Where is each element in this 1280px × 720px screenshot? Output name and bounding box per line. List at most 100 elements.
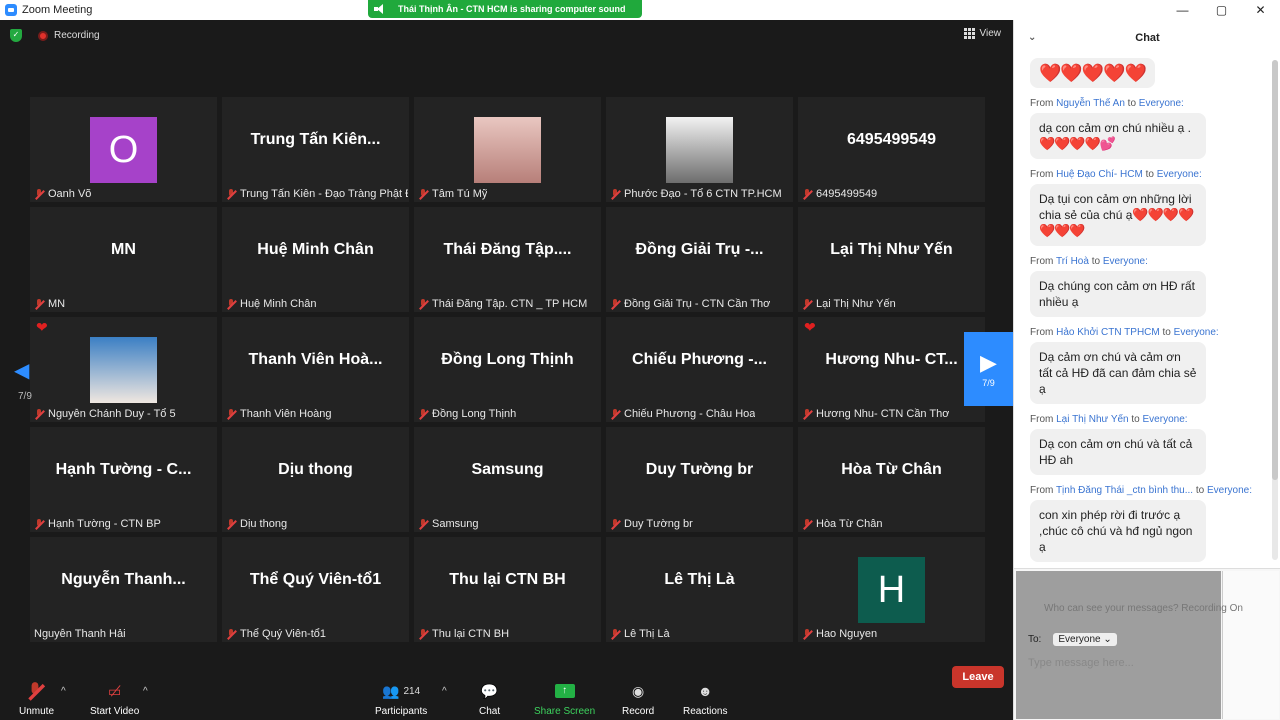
participant-tile[interactable]: Hòa Từ Chân Hòa Từ Chân xyxy=(798,427,985,532)
chat-message-input[interactable]: Type message here... xyxy=(1028,657,1134,669)
collapse-chevron-icon[interactable]: ⌄ xyxy=(1028,32,1036,43)
next-page-button[interactable]: ▶ 7/9 xyxy=(964,332,1013,406)
participant-tile[interactable]: O Oanh Võ xyxy=(30,97,217,202)
start-video-button[interactable]: ▭̸ Start Video xyxy=(90,680,139,718)
participant-name-label: Trung Tấn Kiên - Đạo Tràng Phật Đ... xyxy=(226,188,408,200)
participant-tile[interactable]: Lê Thị Là Lê Thị Là xyxy=(606,537,793,642)
participant-tile[interactable]: Duy Tường br Duy Tường br xyxy=(606,427,793,532)
from-word: From xyxy=(1030,485,1054,496)
from-word: From xyxy=(1030,256,1054,267)
participant-tile[interactable]: ❤ Hương Nhu- CT... Hương Nhu- CTN Cần Thơ xyxy=(798,317,985,422)
recipient-select[interactable]: Everyone ⌄ xyxy=(1053,633,1117,646)
muted-mic-icon xyxy=(34,188,44,200)
participant-tile[interactable]: Thái Đăng Tập.... Thái Đăng Tập. CTN _ TP… xyxy=(414,207,601,312)
recipient-name[interactable]: Everyone: xyxy=(1143,414,1188,425)
reactions-button[interactable]: ☻ Reactions xyxy=(683,680,727,717)
close-button[interactable]: ✕ xyxy=(1241,0,1280,20)
leave-button[interactable]: Leave xyxy=(952,666,1004,688)
to-word: to xyxy=(1131,414,1140,425)
reactions-label: Reactions xyxy=(683,706,728,717)
message-bubble: Dạ con cảm ơn chú và tất cả HĐ ah xyxy=(1030,429,1206,475)
participant-tile[interactable]: Dịu thong Dịu thong xyxy=(222,427,409,532)
scrollbar-thumb[interactable] xyxy=(1272,60,1278,480)
participant-tile[interactable]: Đồng Long Thịnh Đồng Long Thịnh xyxy=(414,317,601,422)
record-label: Record xyxy=(622,706,655,717)
participant-tile[interactable]: Huệ Minh Chân Huệ Minh Chân xyxy=(222,207,409,312)
participant-tile[interactable]: Thanh Viên Hoà... Thanh Viên Hoàng xyxy=(222,317,409,422)
zoom-logo-icon xyxy=(5,4,17,16)
recipient-name[interactable]: Everyone: xyxy=(1139,98,1184,109)
participant-tile[interactable]: Thu lại CTN BH Thu lại CTN BH xyxy=(414,537,601,642)
participant-name: Nguyễn Thanh Hải xyxy=(34,628,126,640)
meeting-topbar: ✓ Recording View xyxy=(0,20,1013,52)
participant-name-label: Dịu thong xyxy=(226,518,287,530)
heart-reaction-icon: ❤ xyxy=(804,319,816,335)
unmute-button[interactable]: Unmute xyxy=(19,680,54,717)
participant-tile[interactable]: Tâm Tú Mỹ xyxy=(414,97,601,202)
muted-mic-icon xyxy=(418,628,428,640)
participant-name: Lê Thị Là xyxy=(624,628,670,640)
participant-tile[interactable]: MN MN xyxy=(30,207,217,312)
message-sender-line: From Nguyễn Thế An to Everyone: xyxy=(1030,98,1272,109)
profile-photo xyxy=(666,117,733,183)
minimize-button[interactable]: — xyxy=(1163,0,1202,20)
participant-tile[interactable]: ❤ Nguyễn Chánh Duy - Tổ 5 xyxy=(30,317,217,422)
recipient-name[interactable]: Everyone: xyxy=(1103,256,1148,267)
who-can-see-link[interactable]: Who can see your messages? Recording On xyxy=(1044,603,1243,614)
maximize-button[interactable]: ▢ xyxy=(1202,0,1241,20)
audio-options-chevron-icon[interactable]: ^ xyxy=(61,686,66,697)
message-sender-line: From Huệ Đạo Chí- HCM to Everyone: xyxy=(1030,169,1272,180)
chat-messages[interactable]: ❤️❤️❤️❤️❤️ From Nguyễn Thế An to Everyon… xyxy=(1014,58,1272,568)
sender-name[interactable]: Hảo Khởi CTN TPHCM xyxy=(1056,327,1160,338)
participant-display-name: Thái Đăng Tập.... xyxy=(443,241,572,258)
participant-tile[interactable]: Phước Đạo - Tổ 6 CTN TP.HCM xyxy=(606,97,793,202)
security-shield-icon[interactable]: ✓ xyxy=(10,29,22,42)
participant-name-label: Nguyễn Chánh Duy - Tổ 5 xyxy=(34,408,176,420)
participants-options-chevron-icon[interactable]: ^ xyxy=(442,686,447,697)
participant-tile[interactable]: Nguyễn Thanh... Nguyễn Thanh Hải xyxy=(30,537,217,642)
participant-display-name: Đồng Long Thịnh xyxy=(441,351,574,368)
participant-name: Hòa Từ Chân xyxy=(816,518,883,530)
record-button[interactable]: ◉ Record xyxy=(622,680,655,718)
chat-message: From Lại Thị Như Yến to Everyone: Dạ con … xyxy=(1030,414,1272,475)
participant-tile[interactable]: Chiếu Phương -... Chiếu Phương - Châu Hoa xyxy=(606,317,793,422)
participant-display-name: Samsung xyxy=(471,461,544,478)
chat-button[interactable]: 💬 Chat xyxy=(479,680,500,718)
participant-display-name: Lê Thị Là xyxy=(664,571,735,588)
previous-page-arrow-icon[interactable]: ◀ xyxy=(14,358,29,383)
participants-button[interactable]: 👥 214 Participants xyxy=(375,680,427,718)
participant-tile[interactable]: Đồng Giải Trụ -... Đồng Giải Trụ - CTN Cầ… xyxy=(606,207,793,312)
sender-name[interactable]: Trí Hoà xyxy=(1056,256,1089,267)
participant-name-label: Hòa Từ Chân xyxy=(802,518,882,530)
share-screen-button[interactable]: ↑ Share Screen xyxy=(534,680,595,717)
chat-scrollbar[interactable] xyxy=(1272,60,1278,560)
muted-mic-icon xyxy=(418,408,428,420)
sender-name[interactable]: Nguyễn Thế An xyxy=(1056,98,1125,109)
muted-mic-icon xyxy=(610,298,620,310)
participant-tile[interactable]: H Hao Nguyen xyxy=(798,537,985,642)
message-bubble: dạ con cảm ơn chú nhiều ạ .❤️❤️❤️❤️💕 xyxy=(1030,113,1206,159)
muted-mic-icon xyxy=(226,408,236,420)
from-word: From xyxy=(1030,169,1054,180)
muted-mic-icon xyxy=(226,188,236,200)
view-button[interactable]: View xyxy=(963,28,1001,39)
chat-footer: Who can see your messages? Recording On … xyxy=(1014,568,1280,720)
participant-tile[interactable]: Thể Quý Viên-tổ1 Thể Quý Viên-tổ1 xyxy=(222,537,409,642)
sender-name[interactable]: Lại Thị Như Yến xyxy=(1056,414,1128,425)
participant-display-name: Huệ Minh Chân xyxy=(257,241,374,258)
recipient-name[interactable]: Everyone: xyxy=(1174,327,1219,338)
participant-tile[interactable]: Lại Thị Như Yến Lại Thị Như Yến xyxy=(798,207,985,312)
participant-tile[interactable]: Samsung Samsung xyxy=(414,427,601,532)
participant-tile[interactable]: Trung Tấn Kiên... Trung Tấn Kiên - Đạo Tr… xyxy=(222,97,409,202)
recipient-name[interactable]: Everyone: xyxy=(1207,485,1252,496)
reactions-smiley-icon: ☻ xyxy=(697,683,713,699)
sender-name[interactable]: Huệ Đạo Chí- HCM xyxy=(1056,169,1143,180)
share-screen-label: Share Screen xyxy=(534,706,596,717)
muted-mic-icon xyxy=(802,408,812,420)
participant-tile[interactable]: 6495499549 6495499549 xyxy=(798,97,985,202)
participant-tile[interactable]: Hạnh Tường - C... Hạnh Tường - CTN BP xyxy=(30,427,217,532)
sender-name[interactable]: Tịnh Đăng Thái _ctn bình thu... xyxy=(1056,485,1193,496)
recipient-name[interactable]: Everyone: xyxy=(1157,169,1202,180)
recording-indicator[interactable]: Recording xyxy=(38,30,100,41)
video-options-chevron-icon[interactable]: ^ xyxy=(143,686,148,697)
